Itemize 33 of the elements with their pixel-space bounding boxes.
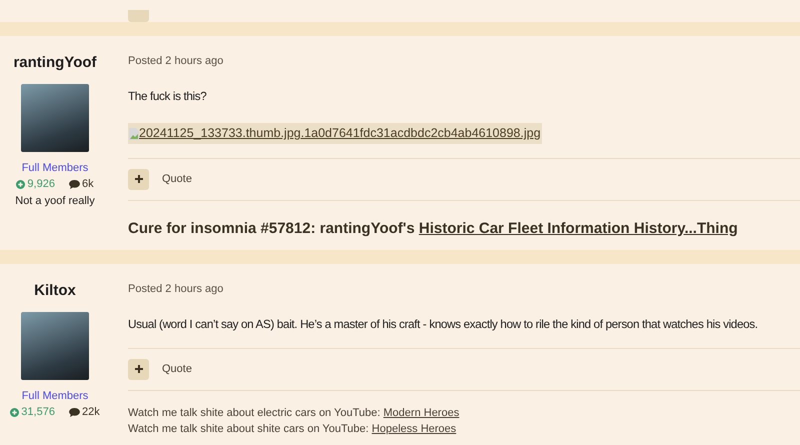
post-text: Usual (word I can’t say on AS) bait. He’s a master of his craft - knows exactly how to rile the kind of person that watches his videos. [128, 316, 759, 333]
signature-text: Watch me talk shite about electric cars on YouTube: Modern Heroes [128, 406, 460, 421]
plus-circle-icon [10, 408, 20, 418]
member-title: Not a yoof really [15, 194, 95, 208]
signature-link[interactable]: Historic Car Fleet Information History...Thing [418, 220, 738, 237]
signature-link[interactable]: Hopeless Heroes [372, 422, 456, 435]
comment-icon [68, 180, 80, 189]
quote-link[interactable]: Quote [162, 171, 192, 188]
reputation-count: 9,926 [27, 177, 55, 192]
comment-icon [68, 408, 80, 418]
add-reaction-button[interactable] [128, 358, 149, 380]
add-reaction-button[interactable] [128, 168, 149, 190]
post-count: 22k [82, 405, 100, 420]
author-name[interactable]: rantingYoof [13, 52, 97, 74]
plus-circle-icon [16, 180, 26, 189]
quote-link[interactable]: Quote [162, 360, 192, 378]
avatar-photo-placeholder[interactable] [21, 84, 89, 152]
broken-image-link[interactable]: 20241125_133733.thumb.jpg.1a0d7641fdc31acdbdc2cb4ab4610898.jpg [128, 123, 542, 144]
signature-link[interactable]: Modern Heroes [383, 406, 460, 419]
plus-icon [134, 174, 144, 184]
avatar-photo-placeholder[interactable] [21, 312, 89, 380]
post-text: The fuck is this? [128, 88, 208, 104]
post-timestamp: Posted 2 hours ago [128, 282, 224, 298]
broken-image-icon [129, 128, 139, 140]
signature-text: Watch me talk shite about shite cars on YouTube: Hopeless Heroes [128, 422, 458, 437]
post-timestamp: Posted 2 hours ago [128, 54, 224, 69]
plus-icon [134, 364, 144, 374]
author-name[interactable]: Kiltox [34, 280, 76, 303]
signature-text: Cure for insomnia #57812: rantingYoof's Historic Car Fleet Information History...Thing [128, 218, 739, 239]
post-count: 6k [82, 177, 94, 192]
member-group: Full Members [22, 160, 88, 176]
member-group: Full Members [22, 388, 88, 404]
reputation-count: 31,576 [21, 405, 55, 420]
